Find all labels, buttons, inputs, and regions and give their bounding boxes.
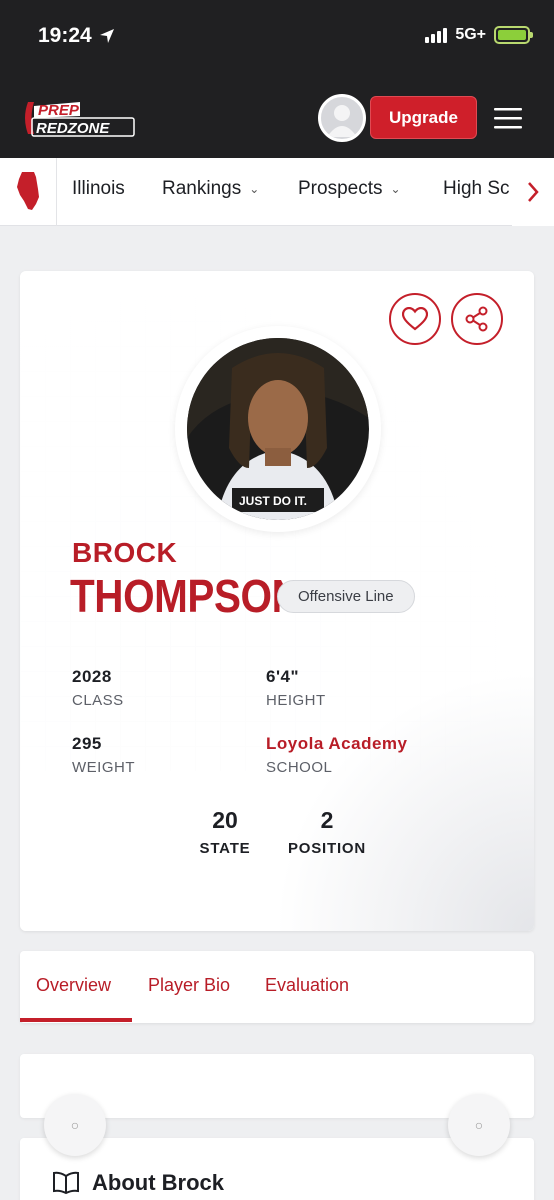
profile-tabs: Overview Player Bio Evaluation: [20, 951, 534, 1023]
stat-class-label: CLASS: [72, 692, 124, 709]
scroll-left-button[interactable]: ○: [44, 1094, 106, 1156]
share-button[interactable]: [451, 293, 503, 345]
school-link[interactable]: Loyola Academy: [266, 734, 407, 754]
nav-illinois-label: Illinois: [72, 178, 125, 199]
player-photo-frame: JUST DO IT.: [175, 326, 381, 532]
scroll-right-button[interactable]: ○: [448, 1094, 510, 1156]
nav-divider: [56, 158, 57, 226]
player-last-name: THOMPSON: [70, 570, 301, 622]
nav-item-prospects[interactable]: Prospects ⌄: [298, 178, 401, 200]
player-profile-card: JUST DO IT. BROCK THOMPSON Offensive Lin…: [20, 271, 534, 931]
upgrade-button[interactable]: Upgrade: [370, 96, 477, 139]
stat-school-label: SCHOOL: [266, 759, 333, 776]
shirt-text: JUST DO IT.: [239, 494, 307, 508]
active-tab-indicator: [20, 1018, 132, 1022]
stat-school: Loyola Academy SCHOOL: [266, 734, 407, 776]
stat-weight-label: WEIGHT: [72, 759, 135, 776]
rank-state: 20 STATE: [195, 807, 255, 857]
book-icon: [53, 1171, 79, 1195]
chevron-down-icon: ⌄: [390, 182, 401, 196]
stat-weight: 295 WEIGHT: [72, 734, 135, 776]
position-badge: Offensive Line: [277, 580, 415, 613]
user-silhouette-icon: [327, 105, 357, 137]
about-heading: About Brock: [52, 1170, 224, 1196]
illinois-state-icon: [17, 172, 39, 210]
nav-item-high-school[interactable]: High Sc: [443, 178, 510, 200]
logo-bottom-text: REDZONE: [36, 120, 110, 137]
prep-redzone-logo[interactable]: PREP REDZONE: [20, 96, 136, 140]
nav-prospects-label: Prospects: [298, 178, 383, 199]
location-arrow-icon: [99, 29, 114, 43]
tab-evaluation[interactable]: Evaluation: [265, 975, 349, 996]
player-first-name: BROCK: [72, 537, 178, 568]
rank-state-label: STATE: [199, 840, 251, 857]
stat-class: 2028 CLASS: [72, 667, 124, 709]
status-indicators: 5G+: [425, 26, 533, 44]
stat-height-value: 6'4": [266, 667, 300, 686]
section-nav: Illinois Rankings ⌄ Prospects ⌄ High Sc: [0, 158, 554, 226]
status-time-text: 19:24: [38, 24, 92, 47]
heart-icon: [402, 307, 428, 331]
nav-item-rankings[interactable]: Rankings ⌄: [162, 178, 259, 200]
signal-icon: [425, 27, 448, 43]
nav-item-illinois[interactable]: Illinois: [72, 178, 125, 200]
stat-height: 6'4" HEIGHT: [266, 667, 326, 709]
user-avatar[interactable]: [318, 94, 366, 142]
circle-icon: ○: [474, 1117, 484, 1133]
tab-overview[interactable]: Overview: [36, 975, 111, 996]
rank-state-value: 20: [212, 807, 238, 833]
hamburger-menu-icon[interactable]: [494, 106, 522, 130]
chevron-down-icon: ⌄: [249, 182, 260, 196]
stat-class-value: 2028: [72, 667, 112, 686]
player-photo[interactable]: JUST DO IT.: [187, 338, 369, 520]
stat-height-label: HEIGHT: [266, 692, 326, 709]
nav-high-school-label: High Sc: [443, 178, 510, 199]
rank-position: 2 POSITION: [282, 807, 372, 857]
tab-player-bio[interactable]: Player Bio: [148, 975, 230, 996]
status-time: 19:24: [38, 24, 116, 48]
favorite-button[interactable]: [389, 293, 441, 345]
rank-position-value: 2: [320, 807, 334, 833]
stat-weight-value: 295: [72, 734, 102, 753]
chevron-right-icon: [528, 182, 539, 202]
about-title: About Brock: [92, 1170, 224, 1195]
app-header: 19:24 5G+ PREP REDZONE Upgrade: [0, 0, 554, 158]
network-label: 5G+: [455, 26, 486, 43]
share-icon: [465, 306, 488, 332]
logo-top-text: PREP: [38, 102, 80, 119]
card-shadow: [274, 671, 534, 931]
nav-rankings-label: Rankings: [162, 178, 242, 199]
nav-scroll-right[interactable]: [512, 158, 554, 226]
rank-position-label: POSITION: [287, 840, 367, 857]
circle-icon: ○: [70, 1117, 80, 1133]
battery-icon: [494, 26, 533, 44]
